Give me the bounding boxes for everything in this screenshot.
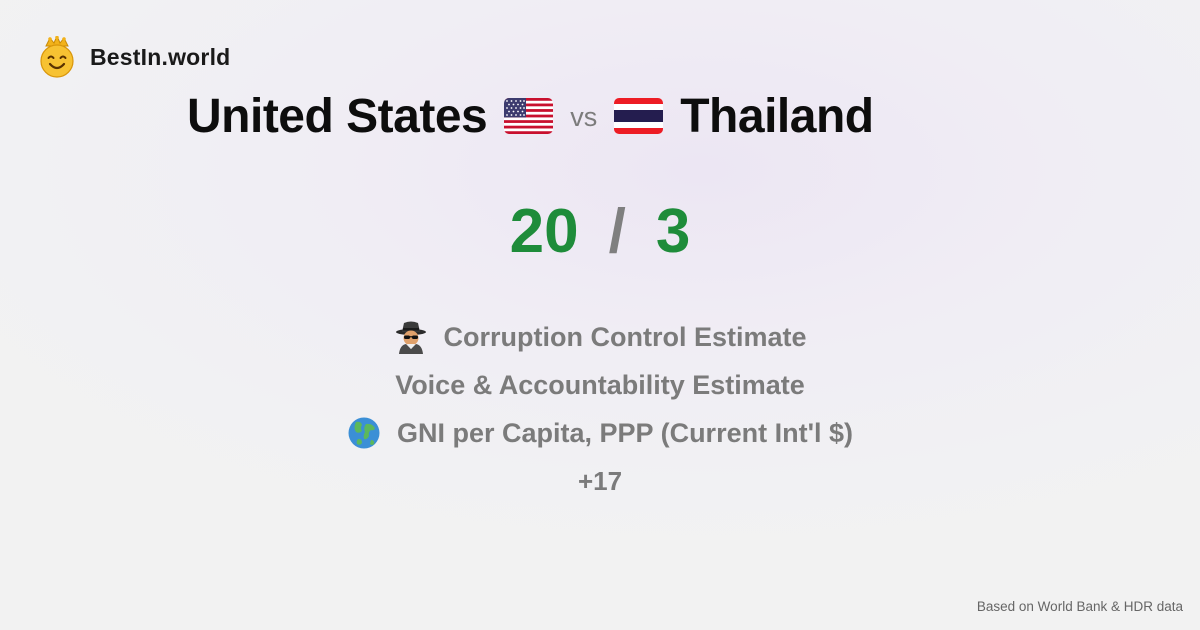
data-source-note: Based on World Bank & HDR data [976, 599, 1183, 614]
crowned-smiley-icon [40, 36, 74, 78]
score: 20 / 3 [0, 196, 1200, 267]
metric-label: Corruption Control Estimate [443, 321, 807, 352]
metric-item[interactable]: Corruption Control Estimate [0, 313, 1200, 361]
thailand-flag-icon [614, 98, 664, 134]
metric-label: Voice & Accountability Estimate [395, 369, 805, 400]
more-count[interactable]: +17 [0, 457, 1200, 505]
vs-label: vs [570, 101, 598, 132]
score-a: 20 [509, 197, 579, 266]
spy-icon [395, 321, 426, 354]
us-flag-icon [504, 98, 554, 134]
brand[interactable]: BestIn.world [38, 36, 230, 78]
comparison-title: United States vs Thailand [187, 86, 874, 146]
score-b: 3 [655, 197, 691, 266]
globe-icon [348, 417, 380, 449]
metric-item[interactable]: Voice & Accountability Estimate [0, 361, 1200, 409]
brand-name: BestIn.world [90, 43, 231, 70]
country-b-name[interactable]: Thailand [680, 89, 874, 144]
country-a-name[interactable]: United States [187, 89, 488, 144]
score-separator: / [608, 197, 626, 266]
metric-label: GNI per Capita, PPP (Current Int'l $) [397, 417, 853, 448]
metrics-list: Corruption Control Estimate Voice & Acco… [0, 313, 1200, 505]
metric-item[interactable]: GNI per Capita, PPP (Current Int'l $) [0, 409, 1200, 457]
